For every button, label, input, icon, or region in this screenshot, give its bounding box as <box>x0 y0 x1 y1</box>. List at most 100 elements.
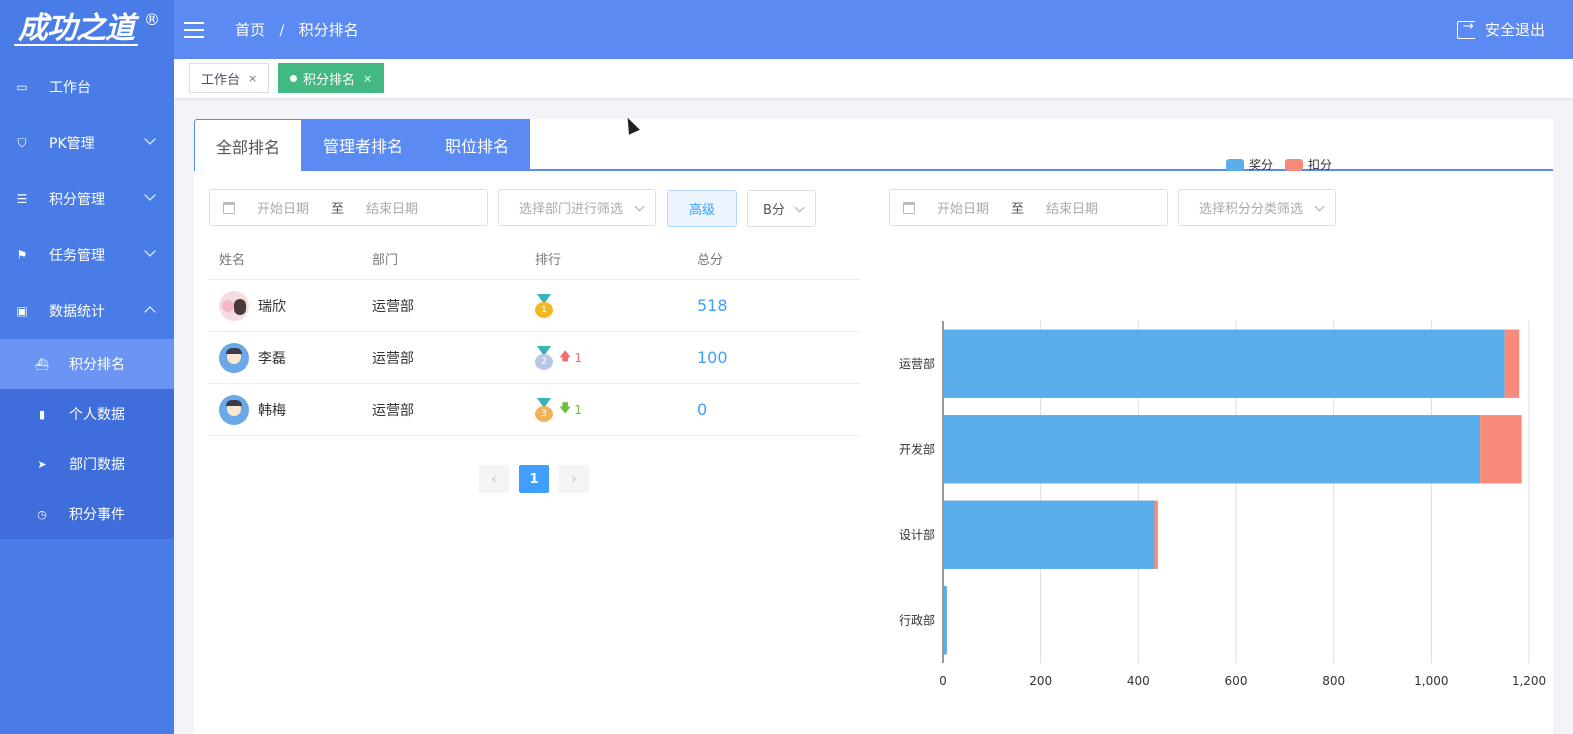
avatar <box>219 394 249 425</box>
points-category-select[interactable]: 选择积分分类筛选 <box>1178 189 1336 226</box>
menu-toggle-icon[interactable] <box>184 21 204 38</box>
sidebar-item-workbench[interactable]: ▭ 工作台 <box>0 59 174 115</box>
legend-swatch <box>1226 158 1244 171</box>
x-tick-label: 400 <box>1127 674 1150 688</box>
rank-change: 1 <box>574 350 582 365</box>
chart-end-date-input[interactable]: 结束日期 <box>1046 198 1098 217</box>
chart-start-date-input[interactable]: 开始日期 <box>937 198 989 217</box>
table-row[interactable]: 李磊 运营部 2 🡅 1 100 <box>209 332 860 384</box>
tab-manager-ranking[interactable]: 管理者排名 <box>302 119 425 171</box>
legend-swatch <box>1285 158 1304 171</box>
score-cell: 0 <box>697 400 708 419</box>
ranking-table: 姓名 部门 排行 总分 瑞欣 运营部 1 518 李磊 运营部 2 🡅 1 10… <box>209 237 860 436</box>
next-page-button[interactable]: › <box>559 465 589 493</box>
sidebar-subitem-label: 积分事件 <box>69 507 125 523</box>
breadcrumb-current: 积分排名 <box>298 21 359 39</box>
x-tick-label: 0 <box>939 674 947 688</box>
tab-workbench[interactable]: 工作台 × <box>189 63 270 93</box>
sidebar-item-points[interactable]: ☰ 积分管理 <box>0 171 174 227</box>
rank-change: 1 <box>574 402 582 417</box>
chevron-down-icon <box>634 201 645 212</box>
member-name: 韩梅 <box>258 402 286 419</box>
bronze-medal-icon: 3 <box>535 397 553 422</box>
dept-cell: 运营部 <box>372 402 414 419</box>
date-range-picker[interactable]: 开始日期 至 结束日期 <box>209 189 488 226</box>
dept-cell: 运营部 <box>372 350 414 367</box>
database-icon: ☰ <box>16 192 28 206</box>
name-cell: 韩梅 <box>209 394 372 425</box>
bar-deduct <box>1154 500 1158 569</box>
tab-position-ranking[interactable]: 职位排名 <box>424 119 531 171</box>
sidebar-item-stats[interactable]: ▣ 数据统计 <box>0 283 174 339</box>
sidebar-subitem-points-ranking[interactable]: ⛴ 积分排名 <box>0 339 174 389</box>
logout-label: 安全退出 <box>1484 21 1545 39</box>
ranking-tabs: 全部排名 管理者排名 职位排名 <box>194 119 531 171</box>
column-header-rank: 排行 <box>535 252 562 268</box>
tab-label: 工作台 <box>201 72 241 88</box>
dept-points-chart: 0 200 400 600 800 1,000 1,200 运营部开发部设计部行政部 <box>899 321 1546 688</box>
document-clock-icon: ◷ <box>37 507 47 521</box>
close-icon[interactable]: × <box>248 72 257 85</box>
gold-medal-icon: 1 <box>535 293 553 318</box>
sidebar-subitem-personal-data[interactable]: ▮ 个人数据 <box>0 389 174 439</box>
sidebar-subitem-label: 积分排名 <box>69 357 125 373</box>
sidebar-item-tasks[interactable]: ⚑ 任务管理 <box>0 227 174 283</box>
page-button-current[interactable]: 1 <box>519 465 549 493</box>
chevron-down-icon <box>144 245 156 257</box>
name-cell: 李磊 <box>209 342 372 373</box>
active-dot-icon <box>290 74 297 82</box>
avatar <box>219 342 249 373</box>
department-select[interactable]: 选择部门进行筛选 <box>498 189 656 226</box>
prev-page-button[interactable]: ‹ <box>479 465 509 493</box>
rank-cell: 3 🡇 1 <box>535 397 697 422</box>
ship-icon: ⛴ <box>35 357 49 371</box>
laptop-icon: ▭ <box>16 80 28 94</box>
score-type-select[interactable]: B分 <box>747 190 816 227</box>
paper-plane-icon: ➤ <box>37 457 47 471</box>
rank-cell: 2 🡅 1 <box>535 345 697 370</box>
chart-date-range-picker[interactable]: 开始日期 至 结束日期 <box>889 189 1168 226</box>
legend-item-reward[interactable]: 奖分 <box>1226 156 1273 173</box>
close-icon[interactable]: × <box>363 72 372 85</box>
sidebar: 成功之道 ® ▭ 工作台 ⛉ PK管理 ☰ 积分管理 ⚑ 任务管理 ▣ 数据统计 <box>0 0 174 734</box>
end-date-input[interactable]: 结束日期 <box>366 198 418 217</box>
calendar-icon <box>903 201 915 214</box>
logout-button[interactable]: 安全退出 <box>1456 0 1545 59</box>
bar-chart-icon: ▮ <box>38 407 46 421</box>
logo-text: 成功之道 <box>14 13 138 46</box>
bar-reward <box>943 500 1155 569</box>
score-cell: 100 <box>697 348 728 367</box>
bar-reward <box>943 415 1481 484</box>
sidebar-subitem-label: 个人数据 <box>69 407 125 423</box>
bar-reward <box>943 586 947 655</box>
logo: 成功之道 ® <box>0 0 174 59</box>
table-row[interactable]: 韩梅 运营部 3 🡇 1 0 <box>209 384 860 436</box>
silver-medal-icon: 2 <box>535 345 553 370</box>
chevron-down-icon <box>1314 201 1325 212</box>
member-name: 李磊 <box>258 350 286 367</box>
sidebar-menu: ▭ 工作台 ⛉ PK管理 ☰ 积分管理 ⚑ 任务管理 ▣ 数据统计 <box>0 59 174 339</box>
sidebar-item-label: 积分管理 <box>49 192 105 208</box>
sidebar-subitem-dept-data[interactable]: ➤ 部门数据 <box>0 439 174 489</box>
monitor-chart-icon: ▣ <box>16 304 28 318</box>
legend-label: 奖分 <box>1249 158 1274 172</box>
sidebar-subitem-points-events[interactable]: ◷ 积分事件 <box>0 489 174 539</box>
bar-reward <box>943 329 1505 398</box>
arrow-down-icon: 🡇 <box>559 401 572 415</box>
legend-item-deduct[interactable]: 扣分 <box>1285 156 1332 173</box>
bar-deduct <box>1480 415 1522 484</box>
sidebar-item-label: 工作台 <box>49 80 91 96</box>
tab-all-ranking[interactable]: 全部排名 <box>194 119 303 171</box>
advanced-button[interactable]: 高级 <box>667 190 737 227</box>
sidebar-item-pk[interactable]: ⛉ PK管理 <box>0 115 174 171</box>
stats-submenu: ⛴ 积分排名 ▮ 个人数据 ➤ 部门数据 ◷ 积分事件 <box>0 339 174 539</box>
table-row[interactable]: 瑞欣 运营部 1 518 <box>209 280 860 332</box>
breadcrumb-home[interactable]: 首页 <box>235 21 265 39</box>
rank-number: 2 <box>535 353 553 370</box>
rank-number: 3 <box>535 405 553 422</box>
sidebar-item-label: 任务管理 <box>49 248 105 264</box>
tabs-bar: 工作台 × 积分排名 × <box>174 59 1573 99</box>
sidebar-subitem-label: 部门数据 <box>69 457 125 473</box>
start-date-input[interactable]: 开始日期 <box>257 198 309 217</box>
tab-points-ranking[interactable]: 积分排名 × <box>278 63 385 93</box>
